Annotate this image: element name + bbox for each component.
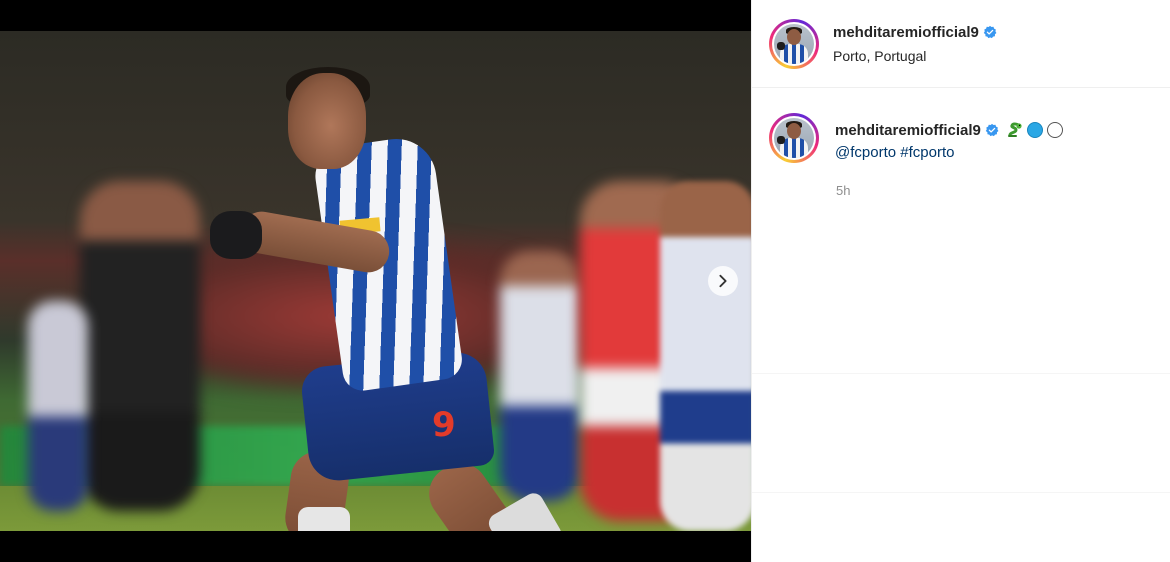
white-circle-emoji-icon — [1047, 122, 1064, 138]
post-timestamp[interactable]: 5h — [836, 183, 850, 198]
background-referee — [80, 181, 200, 511]
background-player-left — [28, 301, 88, 511]
blue-circle-emoji-icon — [1027, 122, 1044, 138]
header-avatar[interactable] — [769, 19, 819, 69]
player-glove — [210, 211, 262, 259]
post-header: mehditaremiofficial9 Porto, Portugal — [752, 0, 1170, 88]
post-side-panel: mehditaremiofficial9 Porto, Portugal meh… — [751, 0, 1170, 562]
background-teammate-right — [660, 181, 751, 531]
caption-avatar[interactable] — [769, 113, 819, 163]
verified-badge-icon — [985, 123, 999, 137]
divider — [752, 373, 1170, 374]
avatar-border — [772, 116, 816, 160]
post-location[interactable]: Porto, Portugal — [833, 48, 997, 64]
avatar-border — [772, 22, 816, 66]
avatar-image — [774, 24, 814, 64]
carousel-next-button[interactable] — [708, 266, 738, 296]
post-caption: mehditaremiofficial9 @fcporto #fcporto — [835, 120, 1155, 164]
snake-emoji-icon — [1008, 122, 1022, 137]
divider — [752, 492, 1170, 493]
mention-link[interactable]: @fcporto — [835, 144, 896, 161]
hashtag-link[interactable]: #fcporto — [900, 144, 954, 161]
header-username[interactable]: mehditaremiofficial9 — [833, 24, 979, 41]
shorts-number: 9 — [432, 405, 456, 445]
player-sock-left — [298, 507, 350, 531]
verified-badge-icon — [983, 25, 997, 39]
main-player: 9 — [210, 67, 565, 531]
chevron-right-icon — [719, 274, 727, 288]
post-photo[interactable]: 9 — [0, 31, 751, 531]
header-text: mehditaremiofficial9 Porto, Portugal — [833, 24, 997, 64]
post-media-panel: 9 — [0, 0, 751, 562]
avatar-image — [774, 118, 814, 158]
player-head — [288, 73, 366, 169]
caption-username[interactable]: mehditaremiofficial9 — [835, 122, 981, 139]
